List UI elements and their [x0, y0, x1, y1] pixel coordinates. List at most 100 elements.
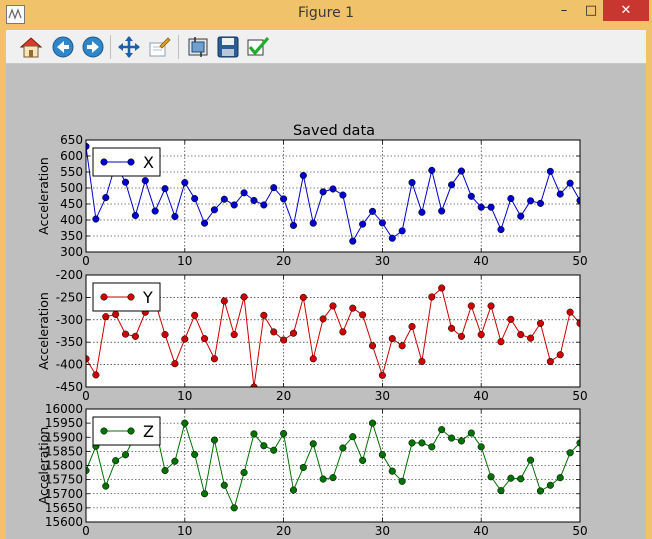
y-tick-label: 450 — [60, 197, 83, 211]
legend-y: Y — [92, 282, 161, 312]
data-point-y — [418, 357, 426, 366]
data-point-y — [467, 302, 475, 310]
data-point-y — [408, 322, 416, 331]
data-point-z — [309, 440, 317, 448]
data-point-x — [319, 188, 327, 196]
data-point-x — [230, 201, 238, 209]
home-button[interactable] — [18, 34, 44, 60]
data-point-y — [339, 328, 347, 336]
data-point-z — [349, 433, 357, 441]
data-point-y — [299, 293, 307, 301]
data-point-y — [131, 332, 139, 340]
legend-marker — [100, 158, 108, 166]
x-tick-label: 10 — [177, 389, 192, 403]
data-point-x — [368, 207, 377, 215]
data-point-x — [349, 237, 357, 245]
data-point-z — [191, 450, 199, 459]
x-tick-label: 30 — [375, 524, 390, 538]
subplots: 0 10 20 30 40 50300350400450500550600650Accel… — [36, 133, 588, 538]
check-icon — [247, 36, 270, 56]
data-point-x — [546, 167, 554, 175]
figure-window: Saved data 0 10 20 30 40 50 300 350 400 450 500 550… — [6, 30, 646, 539]
data-point-z — [487, 473, 495, 481]
data-point-x — [141, 177, 149, 185]
data-point-x — [556, 190, 564, 198]
data-point-x — [448, 181, 456, 189]
x-tick-label: 40 — [474, 389, 489, 403]
close-button[interactable]: ✕ — [603, 0, 649, 21]
data-point-x — [240, 189, 248, 197]
pan-icon — [118, 36, 140, 58]
y-axis-label: Acceleration — [36, 427, 51, 505]
data-point-z — [260, 442, 268, 450]
data-point-z — [368, 419, 377, 427]
toolbar-separator — [110, 35, 111, 59]
zoom-button[interactable] — [146, 34, 172, 60]
data-point-z — [507, 474, 515, 482]
data-point-z — [388, 467, 396, 475]
save-button[interactable] — [215, 34, 241, 60]
data-point-x — [339, 191, 347, 199]
y-tick-label: 550 — [60, 165, 83, 179]
data-point-z — [299, 463, 307, 472]
data-point-y — [270, 328, 278, 336]
data-point-z — [161, 467, 169, 475]
data-point-x — [477, 203, 485, 211]
pan-button[interactable] — [116, 34, 142, 60]
data-point-z — [121, 451, 130, 459]
y-tick-label: 16000 — [45, 402, 83, 416]
minimize-button[interactable]: – — [550, 0, 578, 21]
legend-marker — [100, 427, 108, 435]
data-point-y — [121, 330, 130, 338]
data-point-y — [536, 319, 545, 327]
subplots-button[interactable] — [185, 34, 211, 60]
figure-canvas[interactable]: Saved data 0 10 20 30 40 50300350400450500550… — [6, 64, 646, 539]
data-point-z — [408, 439, 416, 447]
data-point-z — [448, 434, 456, 442]
legend-label: Z — [143, 422, 154, 441]
forward-button[interactable] — [80, 34, 106, 60]
data-point-y — [349, 304, 357, 312]
data-point-z — [527, 456, 535, 464]
data-point-x — [359, 220, 367, 228]
x-tick-label: 0 — [82, 389, 90, 403]
x-tick-label: 0 — [82, 524, 90, 538]
forward-icon — [82, 36, 104, 58]
data-point-y — [92, 371, 100, 379]
data-point-y — [398, 342, 406, 350]
data-point-z — [250, 430, 258, 438]
subplots-icon — [188, 37, 208, 57]
data-point-y — [388, 335, 396, 343]
data-point-y — [507, 315, 515, 323]
data-point-z — [280, 430, 288, 438]
data-point-x — [329, 185, 337, 193]
data-point-x — [438, 207, 446, 215]
data-point-z — [339, 444, 347, 452]
data-point-x — [220, 195, 228, 203]
data-point-x — [201, 219, 209, 227]
data-point-y — [240, 293, 248, 301]
data-point-z — [497, 487, 505, 495]
data-point-z — [112, 457, 120, 465]
back-button[interactable] — [50, 34, 76, 60]
data-point-x — [536, 199, 545, 207]
data-point-y — [517, 331, 525, 339]
data-point-y — [201, 335, 209, 343]
data-point-y — [161, 331, 169, 339]
subplot-x: 0 10 20 30 40 50 300 350 400 450 500 550 600 650 Accel… — [36, 133, 588, 268]
y-tick-label: 15600 — [45, 515, 83, 529]
legend-marker — [127, 427, 135, 435]
apply-button[interactable] — [245, 34, 271, 60]
data-point-x — [299, 171, 307, 180]
data-point-z — [359, 456, 367, 464]
data-point-x — [102, 194, 110, 202]
home-icon — [19, 37, 43, 58]
maximize-button[interactable]: □ — [578, 0, 604, 21]
y-tick-label: 350 — [60, 229, 83, 243]
data-point-x — [151, 207, 159, 215]
data-point-z — [102, 482, 110, 490]
data-point-y — [260, 311, 268, 319]
data-point-y — [487, 302, 495, 310]
y-tick-label: -400 — [56, 358, 83, 372]
subplot-y: 0 10 20 30 40 50 -450 -400 -350 -300 -250 -200 Accel… — [36, 268, 588, 403]
